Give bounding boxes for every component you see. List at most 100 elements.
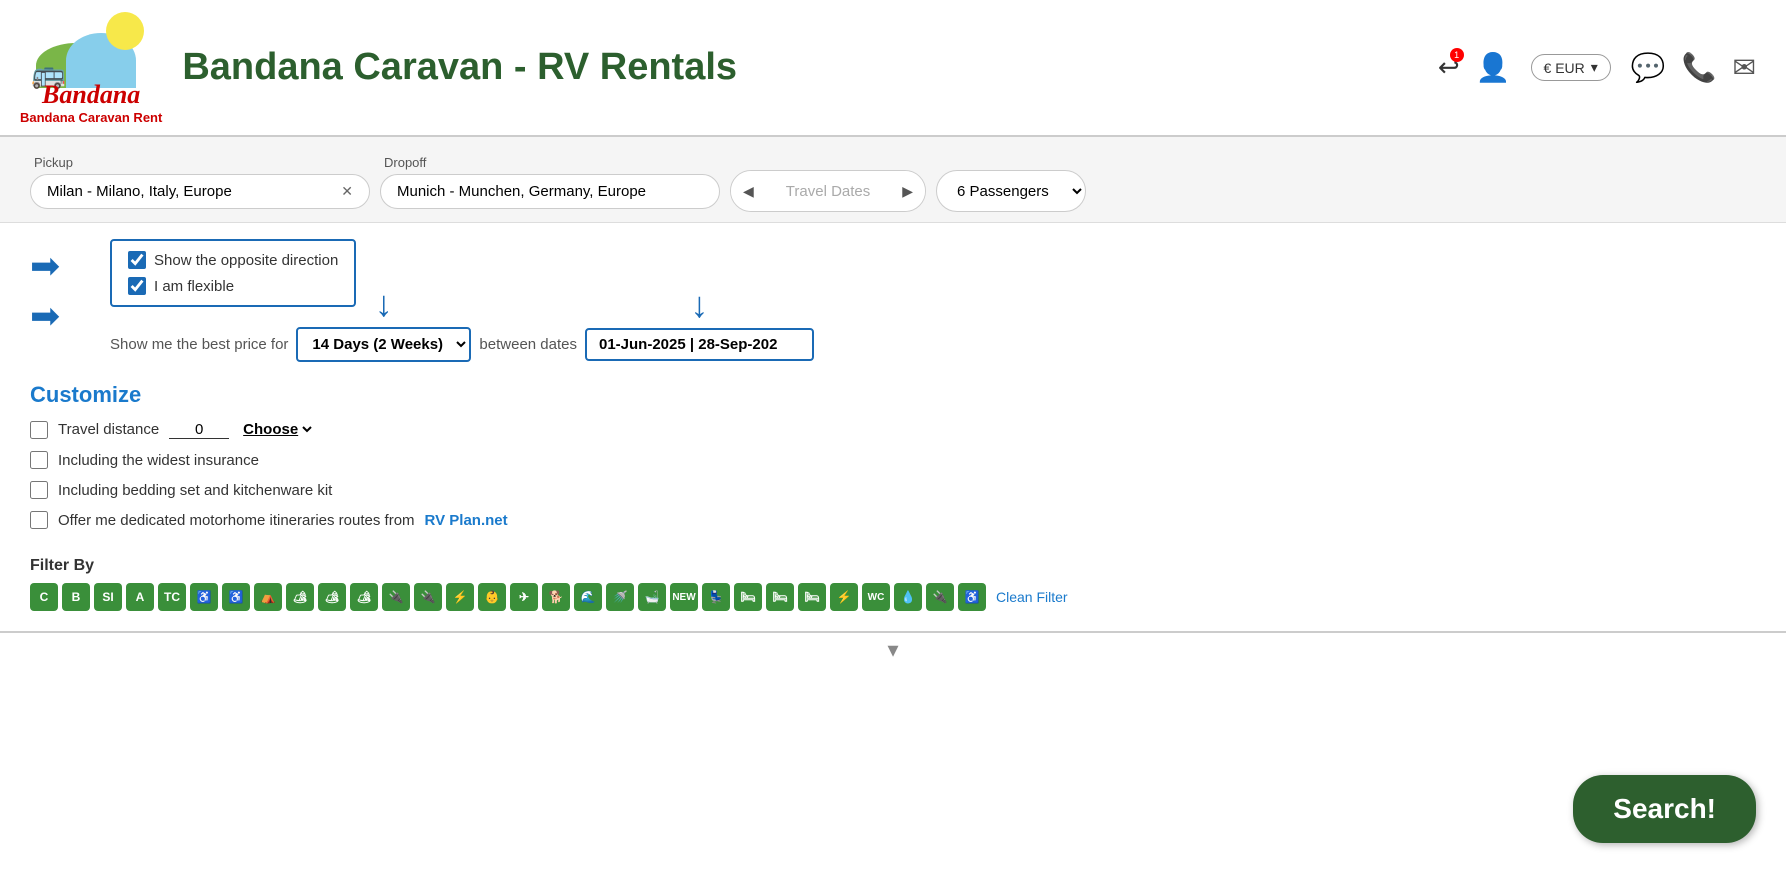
flexible-checkbox[interactable] xyxy=(128,277,146,295)
phone-icon[interactable]: 📞 xyxy=(1682,51,1717,84)
pickup-input-wrapper: ✕ xyxy=(30,174,370,209)
travel-dates-next-button[interactable]: ▶ xyxy=(890,171,925,211)
opposite-direction-label[interactable]: Show the opposite direction xyxy=(154,252,338,269)
filter-icon-wc[interactable]: WC xyxy=(862,583,890,611)
date-range-container: ↓ xyxy=(585,328,814,361)
travel-dates-control: ◀ Travel Dates ▶ xyxy=(730,170,926,212)
passengers-select[interactable]: 1 Passenger 2 Passengers 3 Passengers 4 … xyxy=(936,170,1086,212)
travel-distance-label[interactable]: Travel distance xyxy=(58,421,159,438)
dropoff-label: Dropoff xyxy=(380,155,720,170)
bottom-chevron-icon: ▾ xyxy=(887,637,898,663)
widest-insurance-checkbox[interactable] xyxy=(30,451,48,469)
widest-insurance-label[interactable]: Including the widest insurance xyxy=(58,452,259,469)
currency-selector[interactable]: € EUR ▾ xyxy=(1531,54,1611,81)
flexible-row: I am flexible xyxy=(128,277,338,295)
pickup-group: Pickup ✕ xyxy=(30,155,370,209)
filter-icon-camp2[interactable]: 🏕 xyxy=(318,583,346,611)
arrow-down-dates: ↓ xyxy=(691,284,709,326)
filter-title: Filter By xyxy=(30,557,1756,575)
travel-dates-label-space xyxy=(730,151,926,166)
travel-dates-prev-button[interactable]: ◀ xyxy=(731,171,766,211)
filter-icon-baby[interactable]: 👶 xyxy=(478,583,506,611)
filter-icon-plug1[interactable]: 🔌 xyxy=(382,583,410,611)
flexible-label[interactable]: I am flexible xyxy=(154,278,234,295)
best-price-row: Show me the best price for ↓ 7 Days (1 W… xyxy=(110,327,1756,362)
site-title: Bandana Caravan - RV Rentals xyxy=(182,46,737,89)
bedding-label[interactable]: Including bedding set and kitchenware ki… xyxy=(58,482,332,499)
filter-icon-plug3[interactable]: 🔌 xyxy=(926,583,954,611)
distance-input[interactable] xyxy=(169,421,229,439)
filter-icon-tent[interactable]: ⛺ xyxy=(254,583,282,611)
header-icons-left: ↩ 1 👤 xyxy=(1438,51,1511,84)
history-badge: 1 xyxy=(1450,48,1464,62)
choose-dropdown[interactable]: Choose km miles xyxy=(239,420,315,439)
filter-icon-bath[interactable]: 🛁 xyxy=(638,583,666,611)
filter-icon-bed3[interactable]: 🛏 xyxy=(798,583,826,611)
filter-icons-row: C B SI A TC ♿ ♿ ⛺ 🏕 🏕 🏕 🔌 🔌 ⚡ 👶 ✈ 🐕 🌊 🚿 … xyxy=(30,583,1756,611)
rv-plan-link[interactable]: RV Plan.net xyxy=(425,512,508,529)
search-bar: Pickup ✕ Dropoff ◀ Travel Dates ▶ 1 Pass… xyxy=(0,137,1786,223)
filter-icon-seat[interactable]: 💺 xyxy=(702,583,730,611)
bedding-option: Including bedding set and kitchenware ki… xyxy=(30,481,1756,499)
filter-icon-plug2[interactable]: 🔌 xyxy=(414,583,442,611)
whatsapp-icon[interactable]: 💬 xyxy=(1631,51,1666,84)
itineraries-checkbox[interactable] xyxy=(30,511,48,529)
filter-icon-b[interactable]: B xyxy=(62,583,90,611)
filter-icon-a[interactable]: A xyxy=(126,583,154,611)
filter-icon-shower[interactable]: 🚿 xyxy=(606,583,634,611)
pickup-input[interactable] xyxy=(47,183,333,200)
filter-icon-bed2[interactable]: 🛏 xyxy=(766,583,794,611)
clean-filter-link[interactable]: Clean Filter xyxy=(996,589,1068,605)
between-text: between dates xyxy=(479,336,577,353)
header-left: 🚌 Bandana Bandana Caravan Rent Bandana C… xyxy=(20,10,737,125)
duration-select[interactable]: 7 Days (1 Week) 10 Days 14 Days (2 Weeks… xyxy=(296,327,471,362)
email-icon[interactable]: ✉ xyxy=(1733,51,1756,84)
search-button-container: Search! xyxy=(1573,775,1756,843)
filter-icon-bed1[interactable]: 🛏 xyxy=(734,583,762,611)
filter-icon-camp3[interactable]: 🏕 xyxy=(350,583,378,611)
travel-dates-placeholder: Travel Dates xyxy=(766,183,890,200)
filter-icon-dog[interactable]: 🐕 xyxy=(542,583,570,611)
logo-subtitle: Bandana Caravan Rent xyxy=(20,110,162,125)
options-checkbox-group: Show the opposite direction I am flexibl… xyxy=(110,239,356,307)
search-button[interactable]: Search! xyxy=(1573,775,1756,843)
filter-icon-bolt1[interactable]: ⚡ xyxy=(446,583,474,611)
search-row: Pickup ✕ Dropoff ◀ Travel Dates ▶ 1 Pass… xyxy=(30,151,1756,212)
filter-icon-access[interactable]: ♿ xyxy=(958,583,986,611)
duration-container: ↓ 7 Days (1 Week) 10 Days 14 Days (2 Wee… xyxy=(296,327,471,362)
user-icon[interactable]: 👤 xyxy=(1476,51,1511,84)
filter-icon-tc[interactable]: TC xyxy=(158,583,186,611)
customize-section: Customize Travel distance Choose km mile… xyxy=(0,372,1786,551)
filter-icon-water[interactable]: 💧 xyxy=(894,583,922,611)
filter-icon-si[interactable]: SI xyxy=(94,583,122,611)
filter-icon-wheelchair[interactable]: ♿ xyxy=(190,583,218,611)
travel-dates-group: ◀ Travel Dates ▶ xyxy=(730,151,926,212)
filter-icon-bolt2[interactable]: ⚡ xyxy=(830,583,858,611)
dropoff-input[interactable] xyxy=(397,183,703,200)
opposite-direction-checkbox[interactable] xyxy=(128,251,146,269)
travel-distance-checkbox[interactable] xyxy=(30,421,48,439)
arrow-opposite-direction: ➡ xyxy=(30,245,60,287)
dropoff-group: Dropoff xyxy=(380,155,720,209)
filter-icon-wave[interactable]: 🌊 xyxy=(574,583,602,611)
filter-icon-camp1[interactable]: 🏕 xyxy=(286,583,314,611)
bedding-checkbox[interactable] xyxy=(30,481,48,499)
header: 🚌 Bandana Bandana Caravan Rent Bandana C… xyxy=(0,0,1786,137)
travel-distance-option: Travel distance Choose km miles xyxy=(30,420,1756,439)
filter-section: Filter By C B SI A TC ♿ ♿ ⛺ 🏕 🏕 🏕 🔌 🔌 ⚡ … xyxy=(0,551,1786,621)
filter-icon-new[interactable]: NEW xyxy=(670,583,698,611)
pickup-clear-button[interactable]: ✕ xyxy=(341,183,353,200)
date-range-input[interactable] xyxy=(585,328,814,361)
logo-bandana: Bandana xyxy=(26,80,156,110)
filter-icon-plane[interactable]: ✈ xyxy=(510,583,538,611)
dropoff-input-wrapper xyxy=(380,174,720,209)
customize-title: Customize xyxy=(30,382,1756,408)
options-inner: Show the opposite direction I am flexibl… xyxy=(30,239,1756,362)
pickup-label: Pickup xyxy=(30,155,370,170)
filter-icon-wheelchair2[interactable]: ♿ xyxy=(222,583,250,611)
filter-icon-c[interactable]: C xyxy=(30,583,58,611)
arrow-flexible: ➡ xyxy=(30,295,60,337)
widest-insurance-option: Including the widest insurance xyxy=(30,451,1756,469)
itineraries-label[interactable]: Offer me dedicated motorhome itineraries… xyxy=(58,512,415,529)
history-icon-container[interactable]: ↩ 1 xyxy=(1438,52,1460,83)
